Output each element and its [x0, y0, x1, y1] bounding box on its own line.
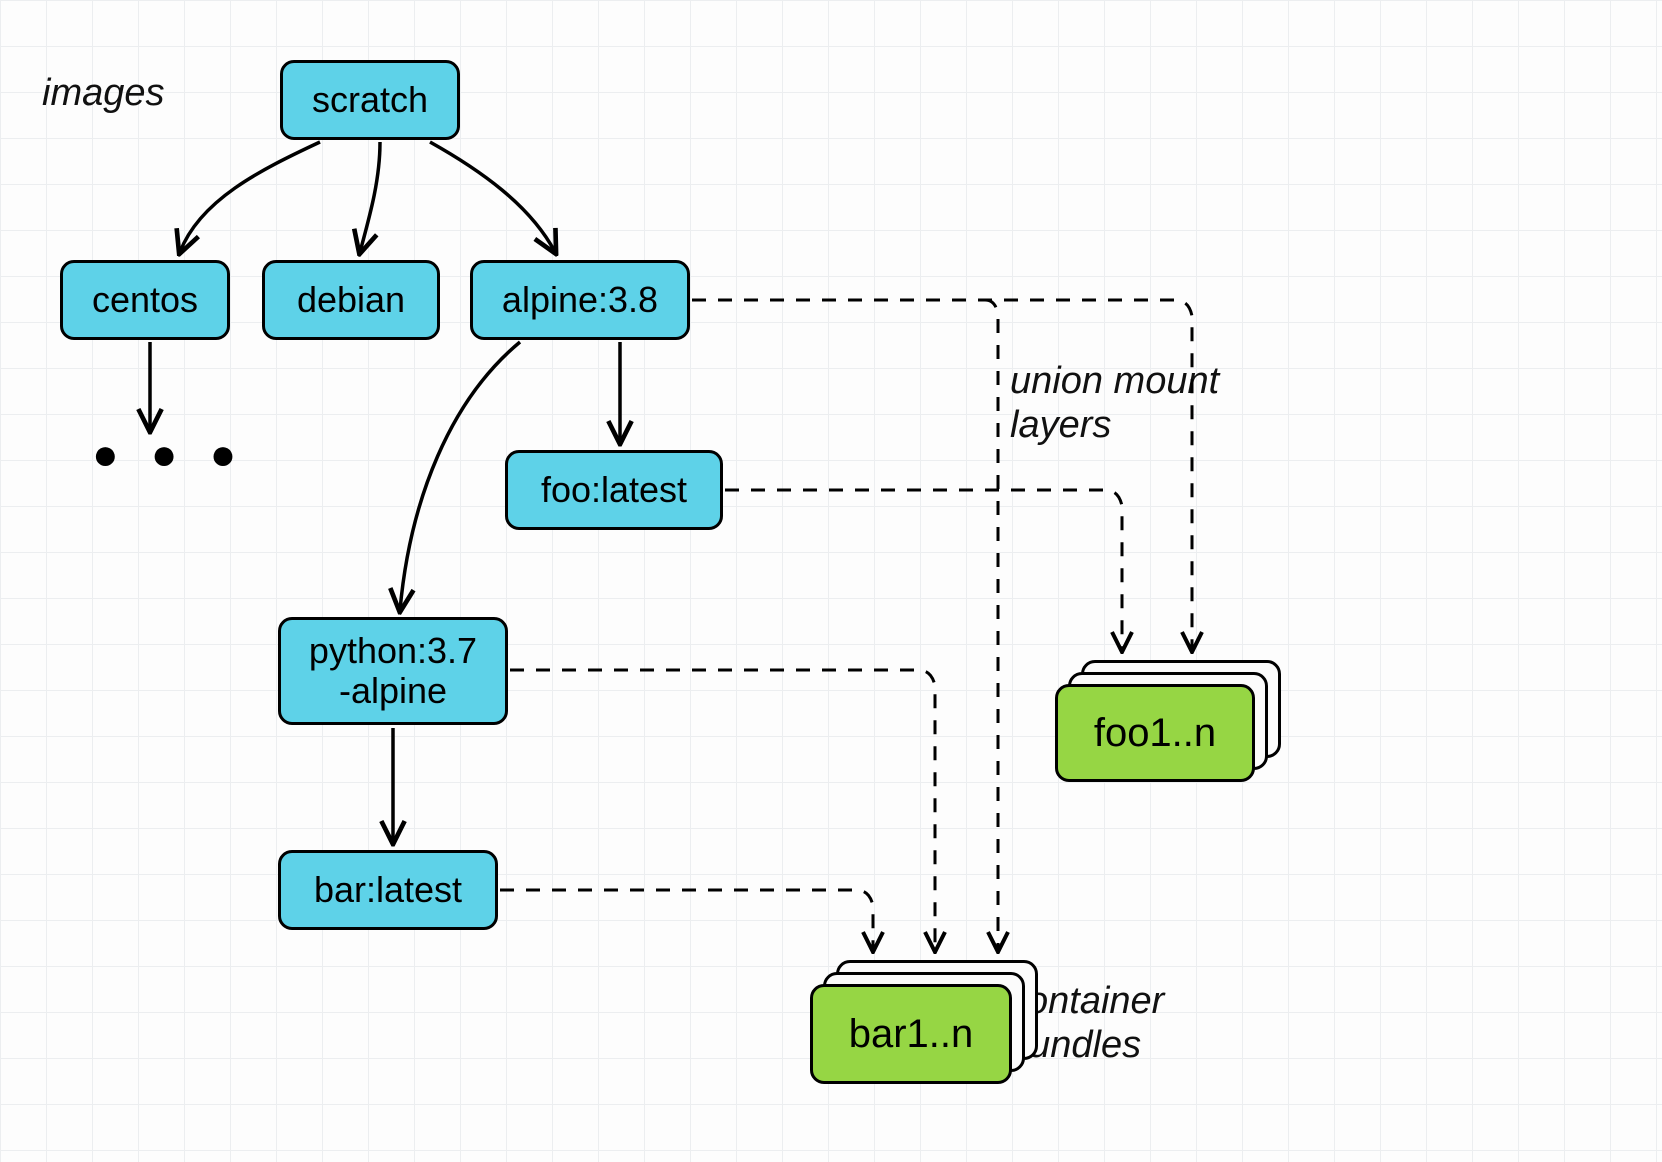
node-python-alpine: python:3.7 -alpine [278, 617, 508, 725]
node-scratch: scratch [280, 60, 460, 140]
node-centos: centos [60, 260, 230, 340]
node-alpine: alpine:3.8 [470, 260, 690, 340]
bundle-foo-front: foo1..n [1055, 684, 1255, 782]
node-bar-latest: bar:latest [278, 850, 498, 930]
node-foo-latest: foo:latest [505, 450, 723, 530]
ellipsis-icon: ● ● ● [92, 430, 246, 480]
images-label: images [42, 72, 165, 116]
node-debian: debian [262, 260, 440, 340]
bundle-foo: foo1..n [1055, 660, 1285, 780]
bundle-bar: bar1..n [810, 960, 1042, 1082]
bundle-bar-front: bar1..n [810, 984, 1012, 1084]
union-mount-layers-label: union mount layers [1010, 360, 1219, 447]
